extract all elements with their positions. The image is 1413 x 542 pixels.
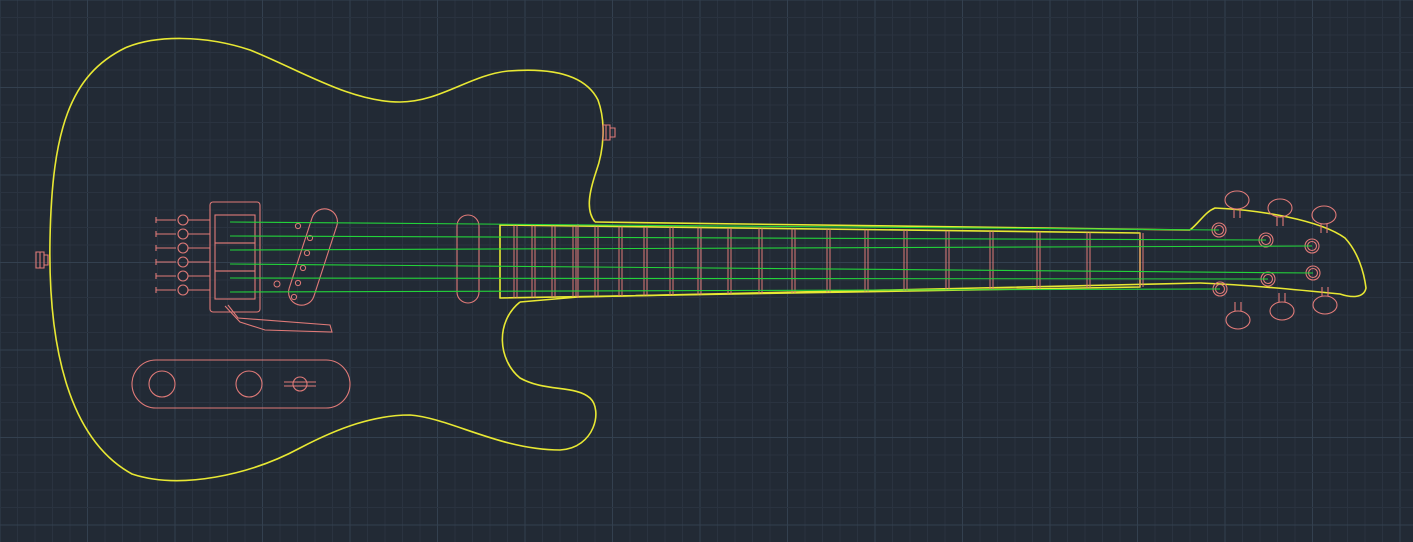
- saddle-spring: [177, 214, 189, 226]
- pickup-selector-switch: [292, 376, 308, 392]
- guitar-string: [229, 288, 1221, 293]
- pickup-pole: [303, 249, 311, 257]
- saddle-spring: [177, 228, 189, 240]
- strings-layer: [229, 221, 1314, 293]
- guitar-string: [229, 263, 1314, 274]
- tuner-key: [1224, 190, 1250, 210]
- strap-button-lower: [35, 251, 49, 269]
- bridge-pickup-mount: [224, 304, 333, 333]
- strap-button-upper: [602, 124, 616, 141]
- hardware-layer: [35, 124, 1338, 409]
- guitar-string: [229, 277, 1269, 280]
- cad-model-viewport[interactable]: [0, 0, 1413, 542]
- tuner-key: [1225, 310, 1251, 330]
- tuner-key: [1311, 205, 1337, 225]
- bridge-saddle-block-3: [214, 270, 256, 300]
- pickup-pole: [299, 264, 307, 272]
- bridge-saddle-block-1: [214, 214, 256, 244]
- tuning-machines: [1211, 190, 1338, 330]
- tone-knob: [235, 370, 263, 398]
- pickup-screw: [273, 280, 281, 288]
- tuner-key: [1269, 301, 1295, 321]
- bridge-saddle-block-2: [214, 242, 256, 272]
- volume-knob: [148, 370, 176, 398]
- saddle-spring: [177, 284, 189, 296]
- neck-pickup: [456, 214, 480, 304]
- guitar-string: [229, 245, 1313, 251]
- tuner-key: [1267, 198, 1293, 218]
- tuner-key: [1312, 295, 1338, 315]
- drawing-grid: [0, 0, 1413, 542]
- cad-drawing-canvas[interactable]: [0, 0, 1413, 542]
- bridge-assembly: [209, 201, 333, 333]
- bridge-plate: [209, 201, 261, 313]
